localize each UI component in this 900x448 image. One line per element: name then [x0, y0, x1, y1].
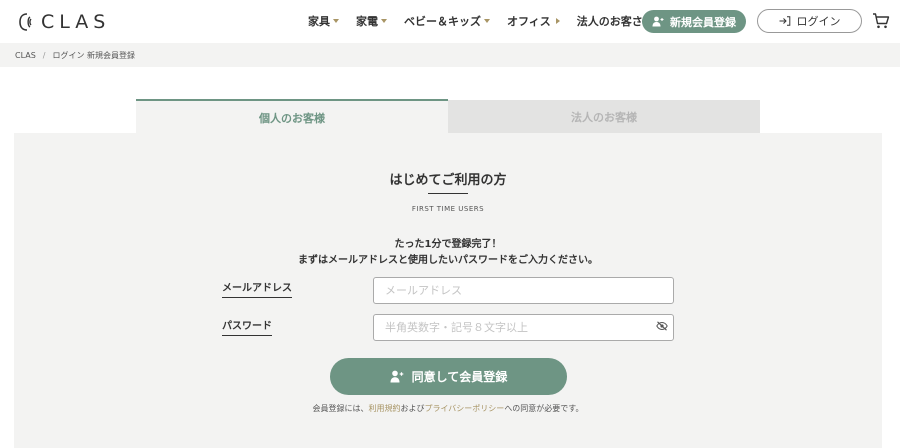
signup-button[interactable]: 新規会員登録 — [642, 10, 746, 33]
clas-logo-icon — [19, 13, 32, 31]
nav-item-label: 家具 — [308, 15, 330, 28]
lead-text-2: まずはメールアドレスと使用したいパスワードをご入力ください。 — [298, 255, 598, 266]
caret-down-icon — [381, 19, 387, 23]
tab-business[interactable]: 法人のお客様 — [448, 100, 760, 134]
lead-text-1: たった1分で登録完了！ — [394, 239, 502, 250]
nav-item-label: ベビー＆キッズ — [404, 15, 481, 28]
logo-text: CLAS — [41, 11, 111, 33]
cart-icon[interactable] — [872, 12, 890, 30]
form-title: はじめてご利用の方 — [389, 173, 507, 188]
consent-note: 会員登録には、利用規約およびプライバシーポリシーへの同意が必要です。 — [14, 403, 882, 414]
main-nav: 家具 家電 ベビー＆キッズ オフィス 法人のお客さまへ — [308, 13, 682, 29]
nav-item-label: オフィス — [507, 15, 551, 28]
password-input[interactable] — [373, 314, 674, 341]
breadcrumb: CLAS / ログイン 新規会員登録 — [0, 43, 900, 67]
signup-button-label: 新規会員登録 — [670, 15, 736, 29]
caret-down-icon — [333, 19, 339, 23]
nav-item-label: 家電 — [356, 15, 378, 28]
agree-signup-button[interactable]: 同意して会員登録 — [330, 358, 567, 395]
terms-link[interactable]: 利用規約 — [368, 404, 400, 413]
note-middle: および — [400, 404, 425, 413]
title-divider — [428, 193, 468, 194]
agree-signup-label: 同意して会員登録 — [411, 370, 508, 384]
add-user-icon — [652, 16, 664, 27]
add-user-icon — [390, 370, 403, 383]
tab-personal[interactable]: 個人のお客様 — [136, 99, 448, 134]
nav-item-office[interactable]: オフィス — [507, 13, 560, 29]
email-input[interactable] — [373, 277, 674, 304]
breadcrumb-item-home[interactable]: CLAS — [15, 51, 36, 60]
nav-item-furniture[interactable]: 家具 — [308, 13, 339, 29]
site-header: CLAS 家具 家電 ベビー＆キッズ オフィス 法人のお客さまへ 新規会員登録 — [0, 0, 900, 43]
breadcrumb-separator: / — [42, 50, 46, 60]
note-suffix: への同意が必要です。 — [504, 404, 584, 413]
privacy-policy-link[interactable]: プライバシーポリシー — [424, 404, 504, 413]
nav-item-appliances[interactable]: 家電 — [356, 13, 387, 29]
email-label: メールアドレス — [222, 279, 292, 298]
caret-down-icon — [484, 19, 490, 23]
breadcrumb-item-current: ログイン 新規会員登録 — [52, 50, 136, 60]
note-prefix: 会員登録には、 — [312, 404, 369, 413]
login-icon — [779, 16, 790, 26]
nav-item-baby-kids[interactable]: ベビー＆キッズ — [404, 13, 490, 29]
login-button-label: ログイン — [796, 15, 841, 28]
eye-off-icon[interactable] — [656, 321, 668, 331]
form-subtitle: FIRST TIME USERS — [411, 205, 485, 213]
caret-right-icon — [555, 18, 560, 24]
password-label: パスワード — [222, 317, 272, 336]
signup-panel: はじめてご利用の方 FIRST TIME USERS たった1分で登録完了！ ま… — [14, 133, 882, 448]
login-button[interactable]: ログイン — [757, 9, 862, 33]
logo[interactable]: CLAS — [19, 11, 110, 33]
